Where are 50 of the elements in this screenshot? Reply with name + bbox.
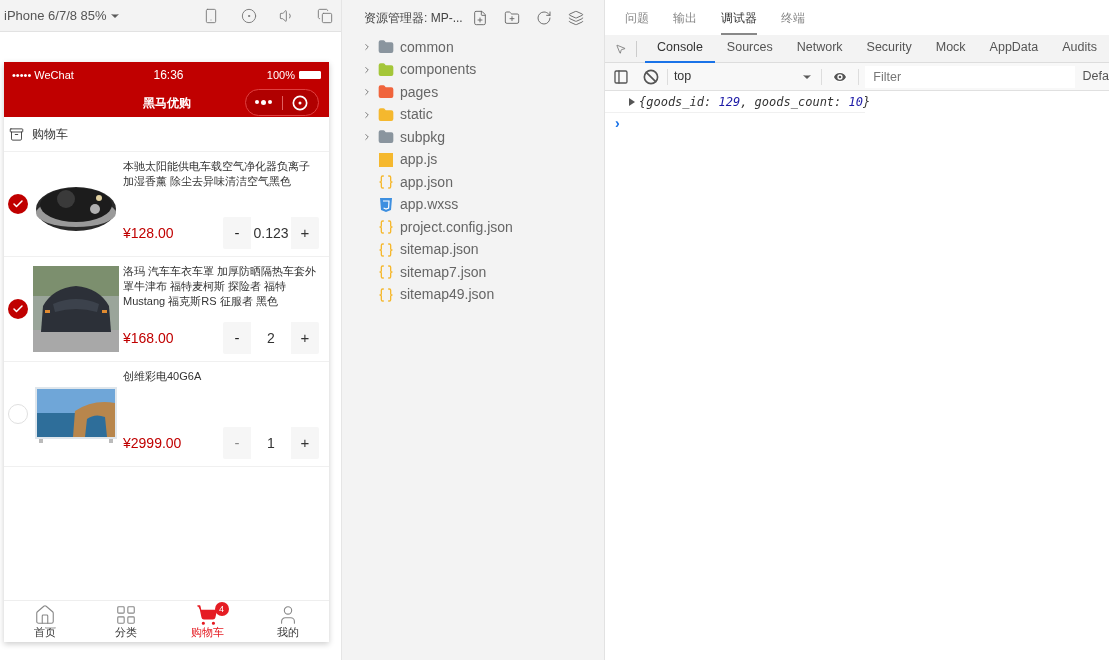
cart-title: 购物车 (32, 126, 68, 143)
context-select[interactable]: top (673, 67, 814, 86)
file-tree-item[interactable]: common (342, 36, 604, 59)
quantity-field[interactable]: 1 (251, 427, 291, 459)
file-tree-item[interactable]: sitemap7.json (342, 261, 604, 284)
increase-button[interactable]: + (291, 217, 319, 249)
product-price: ¥168.00 (123, 328, 174, 348)
file-tree-item[interactable]: static (342, 103, 604, 126)
log-levels-dropdown[interactable]: Defa (1082, 67, 1109, 86)
file-tree-item[interactable]: app.wxss (342, 193, 604, 216)
battery-text: 100% (265, 67, 295, 83)
file-tree-item[interactable]: app.js (342, 148, 604, 171)
devtools-tab[interactable]: Sources (714, 34, 785, 63)
panel-tab[interactable]: 输出 (673, 2, 697, 35)
tab-bar-item[interactable]: 购物车 4 (166, 601, 248, 642)
file-tree-item[interactable]: sitemap49.json (342, 283, 604, 306)
tab-bar-item[interactable]: 我的 (247, 601, 329, 642)
product-title: 本驰太阳能供电车载空气净化器负离子加湿香薰 除尘去异味清洁空气黑色 (123, 159, 311, 189)
devtools-tab[interactable]: Security (854, 34, 924, 63)
decrease-button[interactable]: - (223, 322, 251, 354)
devtools-tab[interactable]: Mock (923, 34, 978, 63)
increase-button[interactable]: + (291, 427, 319, 459)
carrier-text: ••••• WeChat (12, 67, 75, 83)
explorer-title: 资源管理器: MP-... (364, 10, 464, 27)
file-tree-item[interactable]: components (342, 58, 604, 81)
panel-tab[interactable]: 问题 (625, 2, 649, 35)
tab-bar-item[interactable]: 首页 (4, 601, 86, 642)
filter-field[interactable]: Filter (865, 65, 1075, 88)
devtools-tab[interactable]: AppData (977, 34, 1051, 63)
panel-tab[interactable]: 终端 (781, 2, 805, 35)
product-price: ¥128.00 (123, 223, 174, 243)
file-tree-item[interactable]: app.json (342, 171, 604, 194)
tab-bar-item[interactable]: 分类 (85, 601, 167, 642)
quantity-field[interactable]: 2 (251, 322, 291, 354)
file-tree-item[interactable]: project.config.json (342, 216, 604, 239)
quantity-field[interactable]: 0.123 (251, 217, 291, 249)
console-prompt[interactable]: › (605, 113, 1109, 134)
increase-button[interactable]: + (291, 322, 319, 354)
devtools-tab[interactable]: Network (784, 34, 855, 63)
decrease-button[interactable]: - (223, 217, 251, 249)
file-tree-item[interactable]: sitemap.json (342, 238, 604, 261)
nav-title: 黑马优购 (142, 94, 191, 112)
product-title: 洛玛 汽车车衣车罩 加厚防晒隔热车套外罩牛津布 福特麦柯斯 探险者 福特Mustang 福克斯RS 征服者 黑色 (123, 264, 318, 309)
file-tree-item[interactable]: pages (342, 81, 604, 104)
clock-text: 16:36 (152, 67, 185, 84)
cart-count-badge: 4 (214, 602, 229, 616)
product-price: ¥2999.00 (123, 433, 182, 453)
devtools-tab[interactable]: Audits (1050, 34, 1109, 63)
file-tree-item[interactable]: subpkg (342, 126, 604, 149)
product-title: 创维彩电40G6A (123, 369, 203, 384)
